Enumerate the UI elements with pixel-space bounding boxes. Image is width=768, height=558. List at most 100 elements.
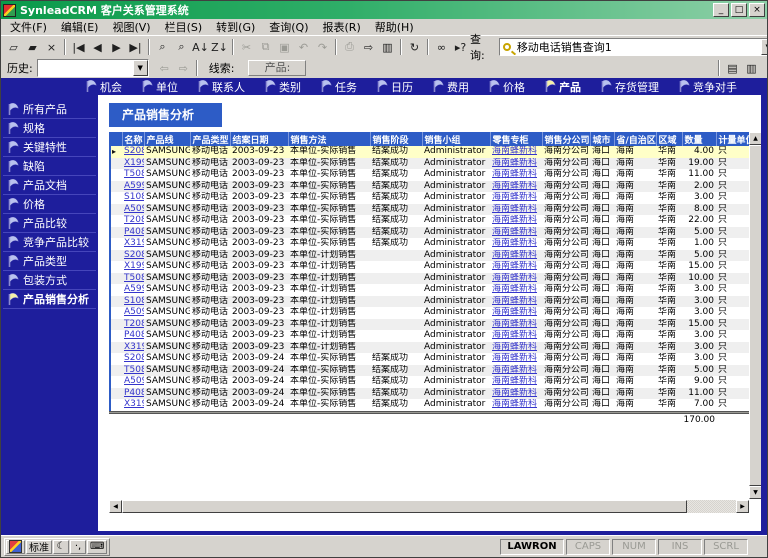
query-dropdown-icon[interactable]: ▼ <box>761 39 768 55</box>
next-record-icon[interactable]: ▶ <box>107 38 126 57</box>
menu-item[interactable]: 转到(G) <box>209 18 262 36</box>
sidebar-item-product-sales-analysis[interactable]: 产品销售分析 <box>3 290 96 309</box>
row-selector[interactable]: ▸ <box>110 146 122 158</box>
menu-item[interactable]: 报表(R) <box>316 18 368 36</box>
product-name-link[interactable]: X199 <box>124 158 144 168</box>
row-selector[interactable] <box>110 215 122 227</box>
nav-tab-contact[interactable]: 联系人 <box>198 79 245 95</box>
retail-counter-link[interactable]: 海南蜂新科 <box>492 192 537 202</box>
product-name-link[interactable]: A509 <box>124 204 144 214</box>
product-name-link[interactable]: A509 <box>124 376 144 386</box>
table-row[interactable]: P408SAMSUNG移动电话2003-09-23本单位-实际销售结案成功Adm… <box>110 227 750 239</box>
menu-item[interactable]: 栏目(S) <box>158 18 210 36</box>
last-record-icon[interactable]: ▶| <box>126 38 145 57</box>
sidebar-item-competitor-product-compare[interactable]: 竞争产品比较 <box>3 233 96 252</box>
find-record-icon[interactable]: ⌕ <box>172 38 191 57</box>
product-name-link[interactable]: S208 <box>124 353 144 363</box>
nav-tab-inventory[interactable]: 存货管理 <box>601 79 659 95</box>
history-combobox[interactable]: ▼ <box>37 59 149 77</box>
table-row[interactable]: X319SAMSUNG移动电话2003-09-24本单位-实际销售结案成功Adm… <box>110 399 750 411</box>
row-selector[interactable] <box>110 192 122 204</box>
row-selector[interactable] <box>110 399 122 411</box>
nav-tab-company[interactable]: 单位 <box>142 79 178 95</box>
product-name-link[interactable]: P408 <box>124 388 144 398</box>
table-row[interactable]: A599SAMSUNG移动电话2003-09-23本单位-计划销售Adminis… <box>110 284 750 296</box>
scroll-right-icon[interactable]: ▶ <box>736 500 749 513</box>
table-row[interactable]: A509SAMSUNG移动电话2003-09-24本单位-实际销售结案成功Adm… <box>110 376 750 388</box>
product-name-link[interactable]: P408 <box>124 227 144 237</box>
row-selector[interactable] <box>110 250 122 262</box>
retail-counter-link[interactable]: 海南蜂新科 <box>492 169 537 179</box>
product-name-link[interactable]: T208 <box>124 215 144 225</box>
column-header[interactable]: 结案日期 <box>230 132 288 146</box>
retail-counter-link[interactable]: 海南蜂新科 <box>492 204 537 214</box>
row-selector[interactable] <box>110 273 122 285</box>
row-selector[interactable] <box>110 388 122 400</box>
product-name-link[interactable]: T508 <box>124 169 144 179</box>
sidebar-item-defects[interactable]: 缺陷 <box>3 157 96 176</box>
nav-tab-competitor[interactable]: 竞争对手 <box>679 79 737 95</box>
print-preview-icon[interactable]: ▥ <box>378 38 397 57</box>
retail-counter-link[interactable]: 海南蜂新科 <box>492 296 537 306</box>
maximize-button[interactable]: □ <box>731 3 747 17</box>
product-name-link[interactable]: A509 <box>124 307 144 317</box>
nav-tab-calendar[interactable]: 日历 <box>377 79 413 95</box>
column-header[interactable]: 名称 <box>122 132 144 146</box>
menu-item[interactable]: 帮助(H) <box>368 18 421 36</box>
row-selector[interactable] <box>110 261 122 273</box>
menu-item[interactable]: 编辑(E) <box>54 18 106 36</box>
first-record-icon[interactable]: |◀ <box>69 38 88 57</box>
menu-item[interactable]: 文件(F) <box>3 18 54 36</box>
retail-counter-link[interactable]: 海南蜂新科 <box>492 273 537 283</box>
product-name-link[interactable]: A599 <box>124 181 144 191</box>
table-row[interactable]: X199SAMSUNG移动电话2003-09-23本单位-计划销售Adminis… <box>110 261 750 273</box>
scroll-down-icon[interactable]: ▼ <box>749 486 761 499</box>
sort-asc-icon[interactable]: A↓ <box>191 38 210 57</box>
retail-counter-link[interactable]: 海南蜂新科 <box>492 376 537 386</box>
row-selector[interactable] <box>110 353 122 365</box>
ime-punctuation-icon[interactable]: ·, <box>70 540 86 554</box>
retail-counter-link[interactable]: 海南蜂新科 <box>492 158 537 168</box>
table-row[interactable]: ▸S208SAMSUNG移动电话2003-09-23本单位-实际销售结案成功Ad… <box>110 146 750 158</box>
table-row[interactable]: T208SAMSUNG移动电话2003-09-23本单位-计划销售Adminis… <box>110 319 750 331</box>
product-name-link[interactable]: A599 <box>124 284 144 294</box>
retail-counter-link[interactable]: 海南蜂新科 <box>492 227 537 237</box>
retail-counter-link[interactable]: 海南蜂新科 <box>492 215 537 225</box>
ime-keyboard-icon[interactable]: ⌨ <box>87 540 107 554</box>
context-help-icon[interactable]: ▸? <box>451 38 470 57</box>
product-name-link[interactable]: S208 <box>124 146 144 156</box>
retail-counter-link[interactable]: 海南蜂新科 <box>492 353 537 363</box>
row-selector[interactable] <box>110 296 122 308</box>
retail-counter-link[interactable]: 海南蜂新科 <box>492 261 537 271</box>
product-name-link[interactable]: S108 <box>124 296 144 306</box>
close-button[interactable]: × <box>749 3 765 17</box>
table-row[interactable]: X319SAMSUNG移动电话2003-09-23本单位-计划销售Adminis… <box>110 342 750 354</box>
sort-desc-icon[interactable]: Z↓ <box>210 38 229 57</box>
table-row[interactable]: T208SAMSUNG移动电话2003-09-23本单位-实际销售结案成功Adm… <box>110 215 750 227</box>
row-selector[interactable] <box>110 284 122 296</box>
table-row[interactable]: S108SAMSUNG移动电话2003-09-23本单位-实际销售结案成功Adm… <box>110 192 750 204</box>
vertical-scrollbar[interactable]: ▲ ▼ <box>749 132 761 499</box>
table-row[interactable]: A509SAMSUNG移动电话2003-09-23本单位-计划销售Adminis… <box>110 307 750 319</box>
retail-counter-link[interactable]: 海南蜂新科 <box>492 284 537 294</box>
nav-tab-opportunity[interactable]: 机会 <box>86 79 122 95</box>
product-name-link[interactable]: X199 <box>124 261 144 271</box>
send-icon[interactable]: ⇨ <box>359 38 378 57</box>
column-header[interactable]: 计量单位 <box>716 132 750 146</box>
column-header[interactable]: 产品类型 <box>190 132 230 146</box>
row-selector[interactable] <box>110 307 122 319</box>
prev-record-icon[interactable]: ◀ <box>88 38 107 57</box>
row-selector[interactable] <box>110 365 122 377</box>
row-selector[interactable] <box>110 330 122 342</box>
row-selector[interactable] <box>110 227 122 239</box>
ime-logo-icon[interactable] <box>6 540 25 554</box>
retail-counter-link[interactable]: 海南蜂新科 <box>492 319 537 329</box>
history-dropdown-icon[interactable]: ▼ <box>133 60 148 76</box>
table-row[interactable]: S208SAMSUNG移动电话2003-09-24本单位-实际销售结案成功Adm… <box>110 353 750 365</box>
column-header[interactable]: 数量 <box>682 132 716 146</box>
sidebar-item-product-category[interactable]: 产品类型 <box>3 252 96 271</box>
refresh-icon[interactable]: ↻ <box>405 38 424 57</box>
table-row[interactable]: T508SAMSUNG移动电话2003-09-24本单位-实际销售结案成功Adm… <box>110 365 750 377</box>
menu-item[interactable]: 查询(Q) <box>262 18 315 36</box>
table-row[interactable]: S208SAMSUNG移动电话2003-09-23本单位-计划销售Adminis… <box>110 250 750 262</box>
